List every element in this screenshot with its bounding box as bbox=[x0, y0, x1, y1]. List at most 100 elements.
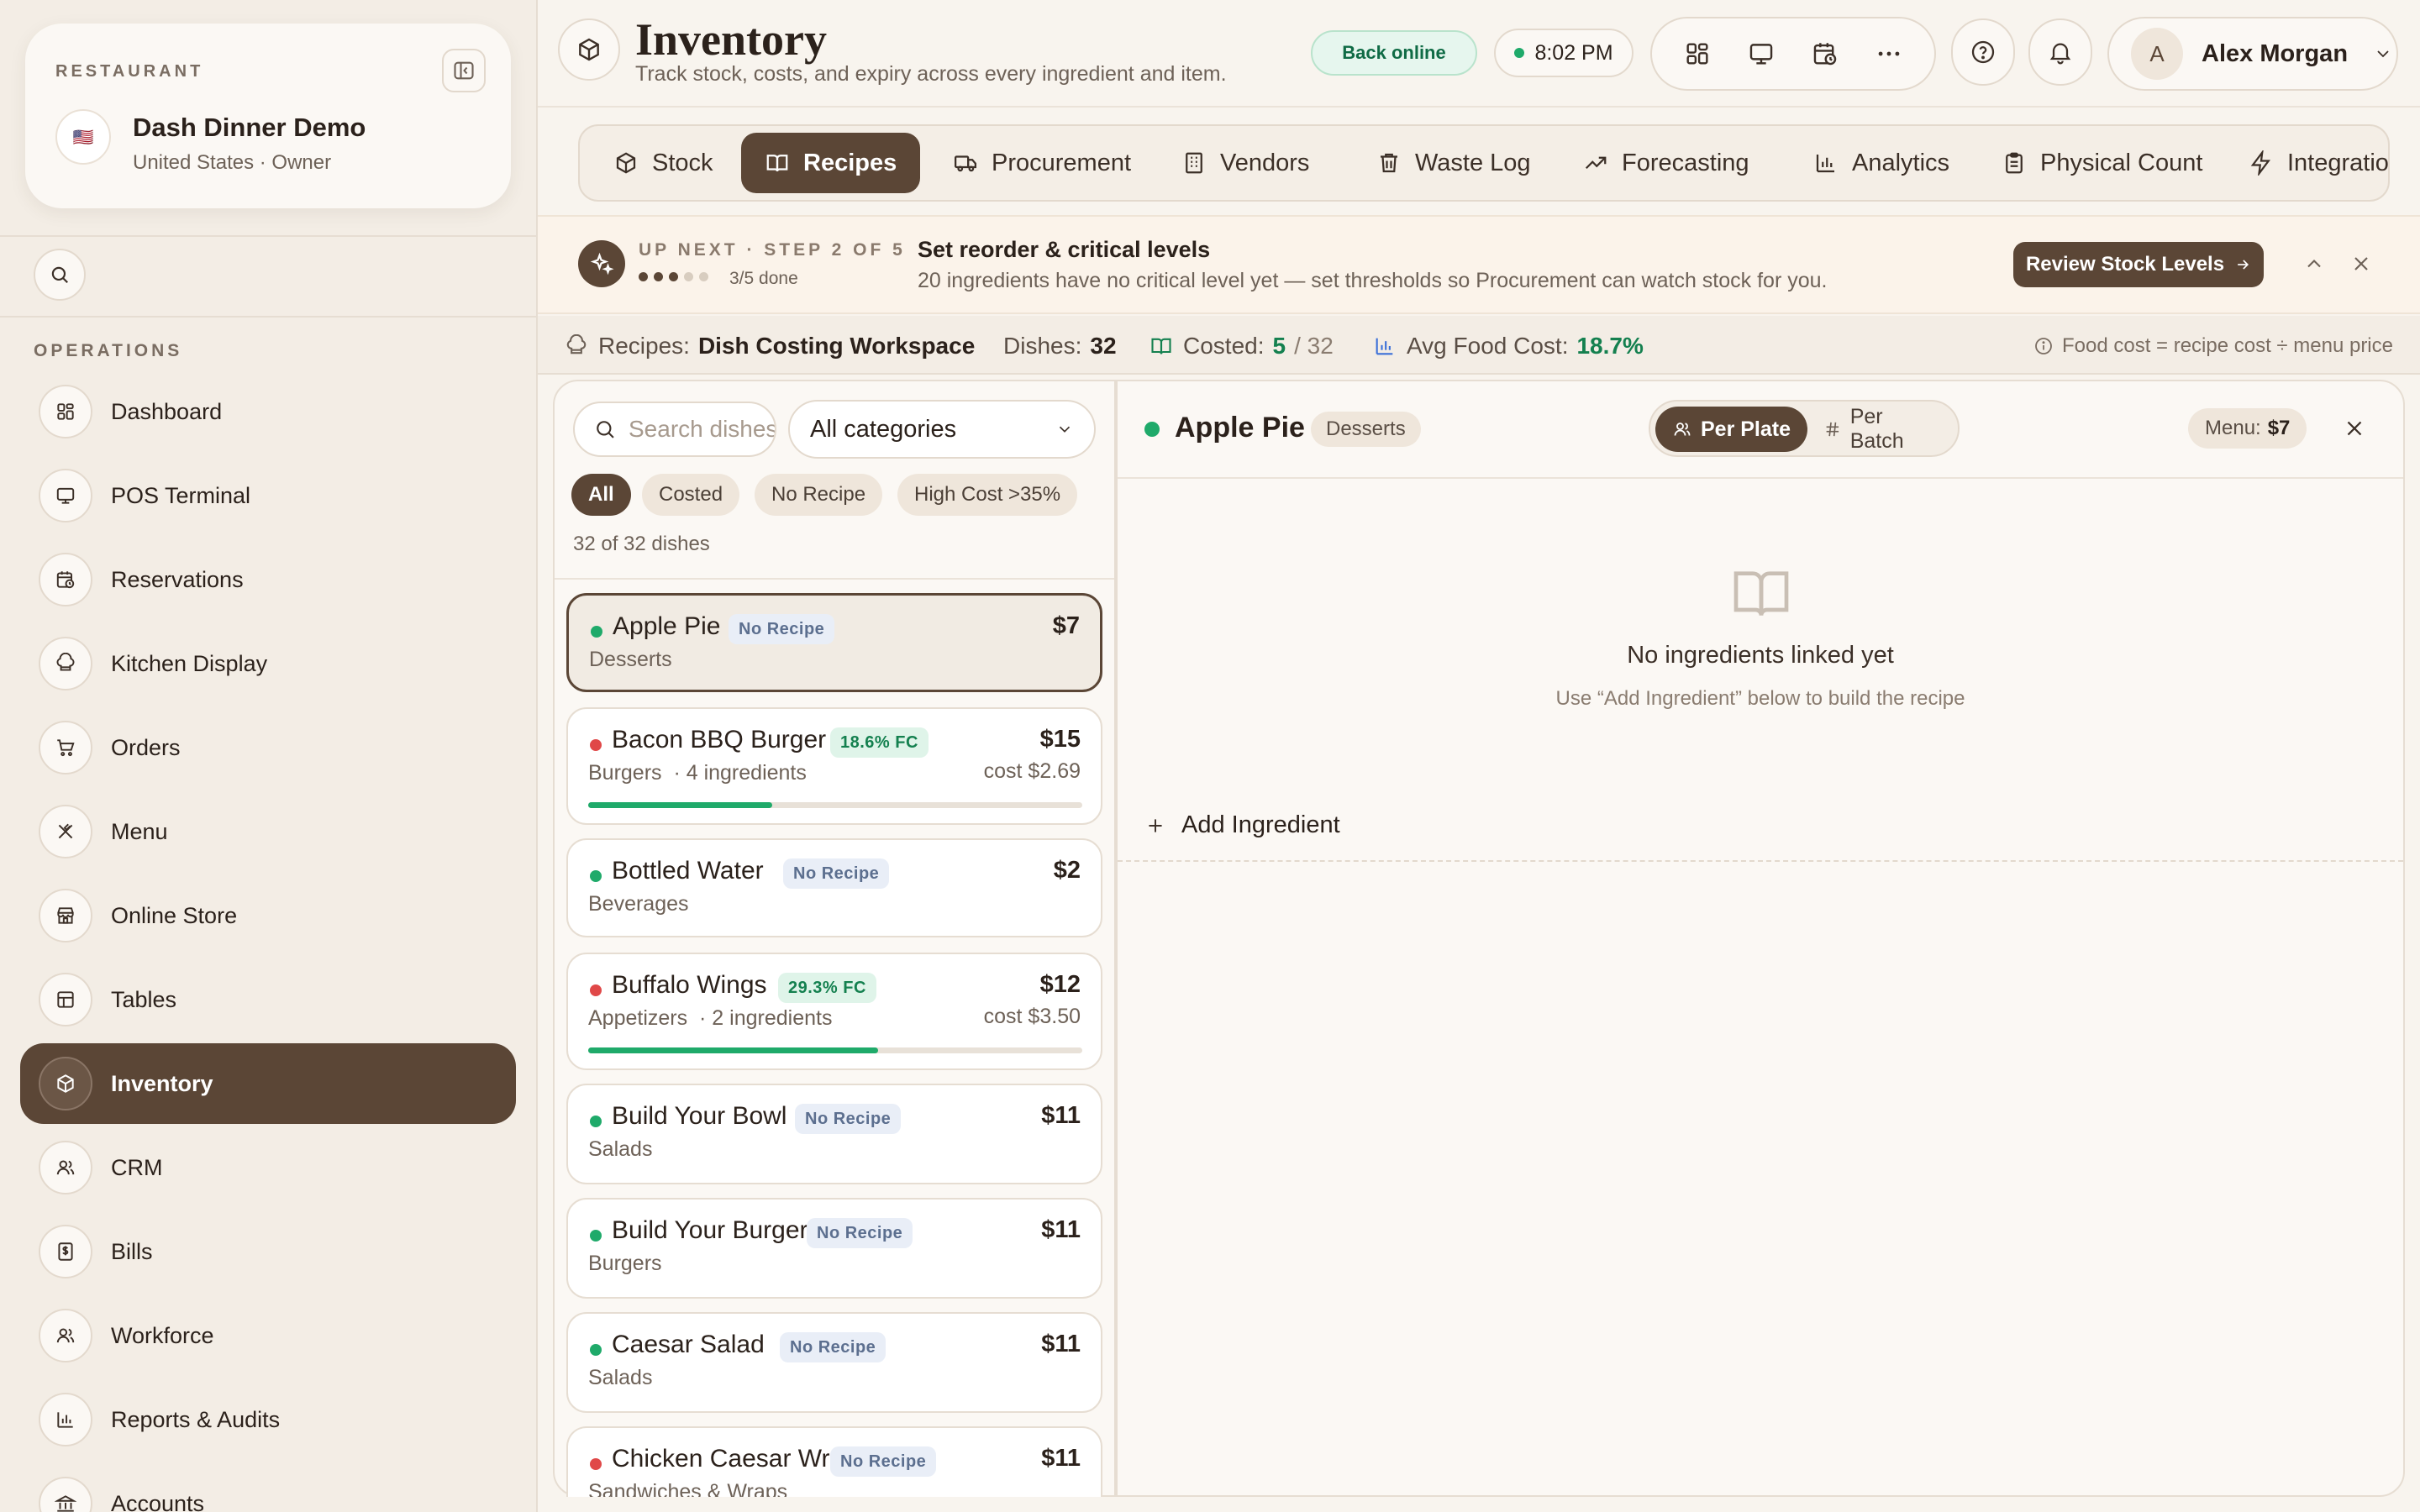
sidebar-item-label: CRM bbox=[111, 1154, 163, 1180]
hash-icon bbox=[1826, 422, 1839, 437]
sidebar-item-reservations[interactable]: Reservations bbox=[20, 539, 516, 620]
sidebar-item-kitchen-display[interactable]: Kitchen Display bbox=[20, 623, 516, 704]
arrow-right-icon bbox=[2238, 260, 2249, 270]
dish-card[interactable]: Bottled Water No Recipe $2 Beverages bbox=[566, 838, 1102, 937]
help-button[interactable] bbox=[1951, 18, 2015, 86]
collapse-banner-button[interactable] bbox=[2302, 252, 2326, 276]
tab-recipes[interactable]: Recipes bbox=[741, 133, 921, 193]
tab-physical-count[interactable]: Physical Count bbox=[1978, 133, 2226, 193]
dish-card[interactable]: Build Your Bowl No Recipe $11 Salads bbox=[566, 1084, 1102, 1184]
tab-label: Procurement bbox=[992, 149, 1132, 176]
monitor-icon[interactable] bbox=[1747, 39, 1776, 68]
per-plate-label: Per Plate bbox=[1701, 417, 1791, 441]
add-ingredient-button[interactable]: Add Ingredient bbox=[1144, 811, 1340, 839]
tab-procurement[interactable]: Procurement bbox=[929, 133, 1155, 193]
calendar-clock-icon[interactable] bbox=[1811, 39, 1839, 68]
tab-integrations[interactable]: Integrations bbox=[2225, 133, 2388, 193]
sidebar-item-label: POS Terminal bbox=[111, 482, 251, 508]
close-icon bbox=[2347, 421, 2362, 436]
sidebar-item-orders[interactable]: Orders bbox=[20, 707, 516, 788]
no-recipe-badge: No Recipe bbox=[830, 1446, 937, 1477]
sidebar-item-pos-terminal[interactable]: POS Terminal bbox=[20, 455, 516, 536]
sidebar-item-label: Dashboard bbox=[111, 398, 223, 424]
filter-no-recipe[interactable]: No Recipe bbox=[755, 474, 883, 516]
menu-price-badge: Menu: $7 bbox=[2188, 408, 2307, 449]
dismiss-banner-button[interactable] bbox=[2349, 252, 2373, 276]
summary-avg-food-cost: Avg Food Cost: 18.7% bbox=[1373, 333, 1644, 360]
sidebar-item-label: Inventory bbox=[111, 1070, 213, 1096]
dish-cost: cost $2.69 bbox=[983, 759, 1081, 783]
food-cost-bar-fill bbox=[588, 1047, 878, 1053]
info-icon bbox=[2035, 338, 2052, 354]
dish-card[interactable]: Buffalo Wings 29.3% FC $12 Appetizers · … bbox=[566, 953, 1102, 1070]
dashboard-icon bbox=[39, 385, 92, 438]
dish-card[interactable]: Bacon BBQ Burger 18.6% FC $15 Burgers · … bbox=[566, 707, 1102, 825]
banner-title: Set reorder & critical levels bbox=[918, 237, 1211, 262]
no-recipe-badge: No Recipe bbox=[729, 614, 835, 644]
dish-name: Buffalo Wings bbox=[612, 971, 767, 999]
dish-name: Build Your Burger bbox=[612, 1216, 808, 1244]
review-stock-levels-button[interactable]: Review Stock Levels bbox=[2013, 242, 2264, 287]
notifications-button[interactable] bbox=[2028, 18, 2092, 86]
filter-high-cost[interactable]: High Cost >35% bbox=[897, 474, 1078, 516]
sidebar-item-dashboard[interactable]: Dashboard bbox=[20, 371, 516, 452]
chevron-down-icon bbox=[2377, 50, 2389, 58]
category-select[interactable]: All categories bbox=[788, 400, 1096, 459]
sidebar-item-crm[interactable]: CRM bbox=[20, 1127, 516, 1208]
dish-card[interactable]: Caesar Salad No Recipe $11 Salads bbox=[566, 1312, 1102, 1413]
step-progress-dots bbox=[639, 272, 714, 281]
collapse-sidebar-button[interactable] bbox=[442, 49, 486, 92]
dish-search-input[interactable]: Search dishes bbox=[573, 402, 776, 457]
status-dot bbox=[590, 870, 602, 882]
dish-price: $2 bbox=[1053, 857, 1081, 884]
sidebar-item-menu[interactable]: Menu bbox=[20, 791, 516, 872]
sidebar-item-accounts[interactable]: Accounts bbox=[20, 1463, 516, 1512]
step-dot bbox=[639, 272, 648, 281]
per-batch-toggle[interactable]: Per Batch bbox=[1807, 405, 1958, 453]
filter-all[interactable]: All bbox=[571, 474, 631, 516]
tab-label: Vendors bbox=[1220, 149, 1310, 176]
apps-grid-icon[interactable] bbox=[1683, 39, 1712, 68]
summary-label: Costed: bbox=[1183, 333, 1265, 359]
filter-costed[interactable]: Costed bbox=[642, 474, 740, 516]
team-icon bbox=[39, 1309, 92, 1362]
dish-card[interactable]: Build Your Burger No Recipe $11 Burgers bbox=[566, 1198, 1102, 1299]
clock-status-dot bbox=[1514, 48, 1525, 58]
sidebar-item-bills[interactable]: Bills bbox=[20, 1211, 516, 1292]
more-icon[interactable] bbox=[1875, 39, 1903, 68]
search-icon bbox=[597, 421, 614, 438]
tab-forecasting[interactable]: Forecasting bbox=[1560, 133, 1773, 193]
summary-label: Recipes: bbox=[598, 333, 690, 359]
per-plate-toggle[interactable]: Per Plate bbox=[1655, 407, 1808, 452]
restaurant-card[interactable]: RESTAURANT 🇺🇸 Dash Dinner Demo United St… bbox=[25, 24, 511, 208]
sidebar-item-online-store[interactable]: Online Store bbox=[20, 875, 516, 956]
summary-costed: Costed: 5 / 32 bbox=[1150, 333, 1334, 360]
bar-chart-icon bbox=[39, 1393, 92, 1446]
tab-label: Physical Count bbox=[2040, 149, 2203, 176]
clipboard-icon bbox=[2006, 152, 2023, 174]
summary-dishes: Dishes: 32 bbox=[1003, 333, 1117, 360]
dish-category: Burgers bbox=[588, 1252, 662, 1275]
dish-name: Apple Pie bbox=[613, 612, 721, 640]
tab-stock[interactable]: Stock bbox=[590, 133, 737, 193]
sidebar-item-tables[interactable]: Tables bbox=[20, 959, 516, 1040]
review-button-label: Review Stock Levels bbox=[2025, 253, 2225, 276]
search-placeholder: Search dishes bbox=[629, 416, 776, 442]
ingredient-count: · 4 ingredients bbox=[673, 761, 807, 785]
tab-analytics[interactable]: Analytics bbox=[1790, 133, 1973, 193]
sidebar-item-label: Tables bbox=[111, 986, 177, 1012]
banner-step: UP NEXT · STEP 2 OF 5 bbox=[639, 240, 906, 260]
status-dot bbox=[590, 1230, 602, 1242]
sidebar-item-workforce[interactable]: Workforce bbox=[20, 1295, 516, 1376]
sidebar-item-inventory[interactable]: Inventory bbox=[20, 1043, 516, 1124]
tab-label: Forecasting bbox=[1622, 149, 1749, 176]
tab-waste-log[interactable]: Waste Log bbox=[1353, 133, 1555, 193]
summary-value: 5 bbox=[1272, 333, 1286, 359]
dish-card[interactable]: Chicken Caesar Wrap No Recipe $11 Sandwi… bbox=[566, 1426, 1102, 1497]
dish-card[interactable]: Apple Pie No Recipe $7 Desserts bbox=[566, 593, 1102, 692]
close-detail-button[interactable] bbox=[2338, 412, 2371, 445]
tab-vendors[interactable]: Vendors bbox=[1158, 133, 1333, 193]
sidebar-search-button[interactable] bbox=[34, 249, 86, 301]
user-menu[interactable]: A Alex Morgan bbox=[2107, 17, 2398, 91]
sidebar-item-reports-audits[interactable]: Reports & Audits bbox=[20, 1379, 516, 1460]
